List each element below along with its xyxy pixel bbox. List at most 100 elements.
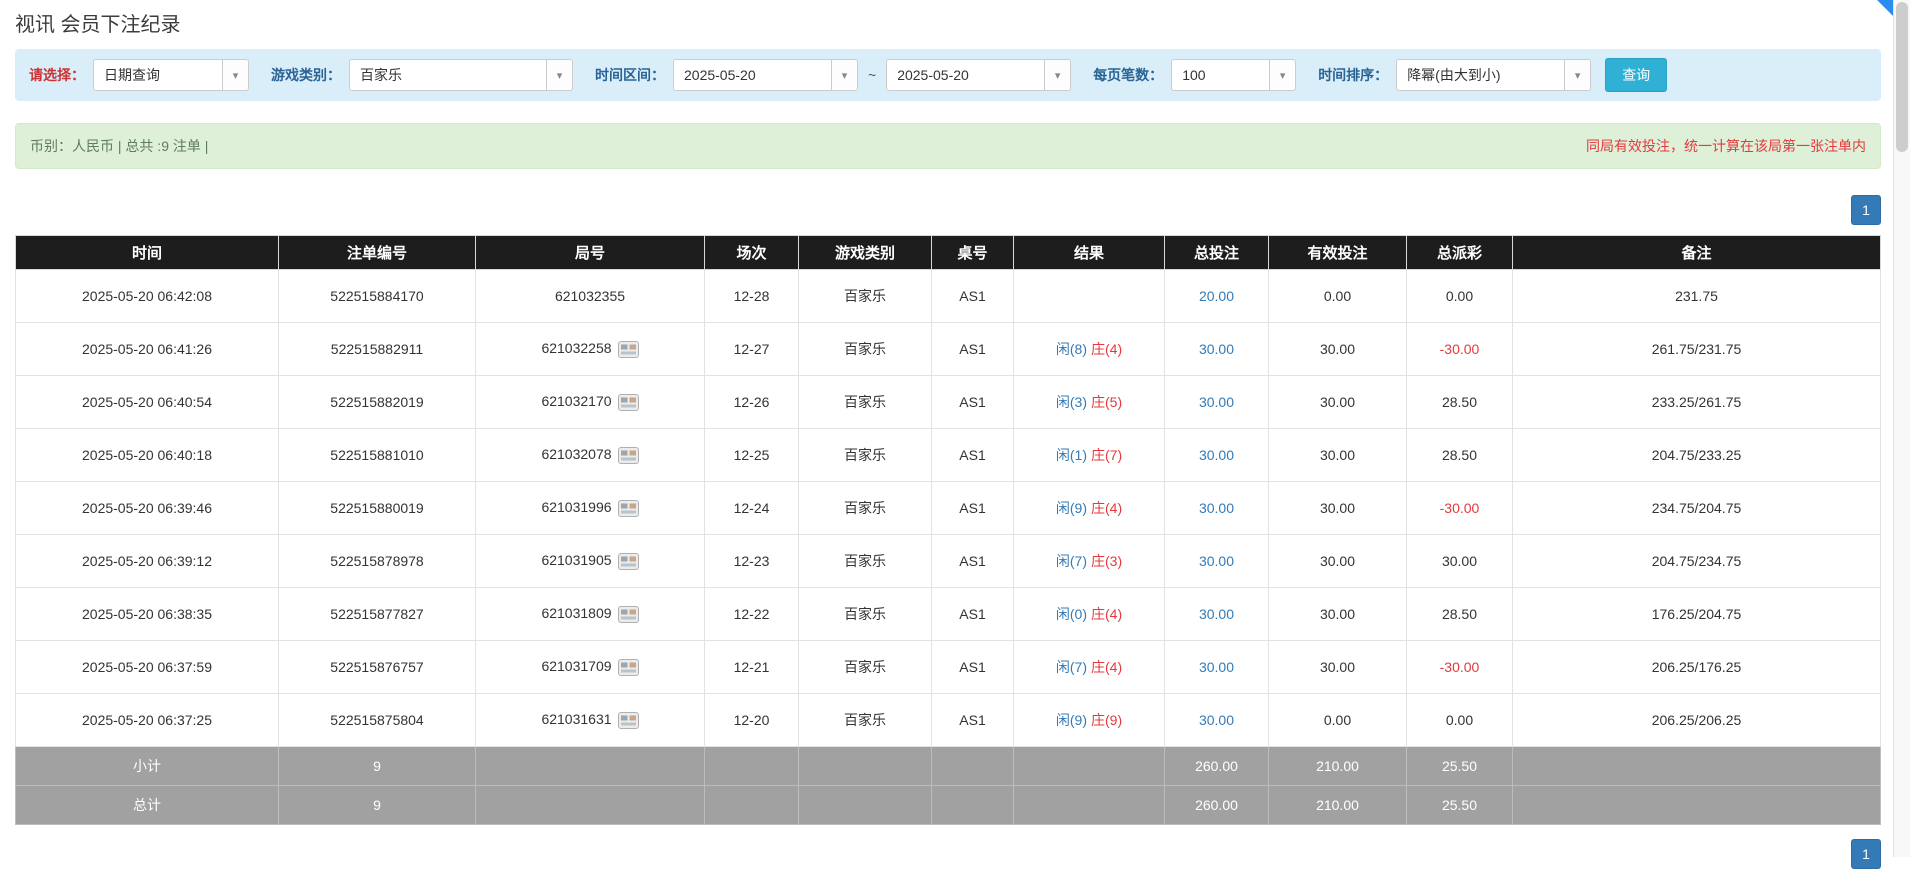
cell-bet-id: 522515876757 — [279, 641, 476, 694]
cell-game-type: 百家乐 — [799, 323, 932, 376]
total-empty — [1513, 786, 1881, 825]
cell-session: 12-22 — [705, 588, 799, 641]
total-bet-link[interactable]: 20.00 — [1199, 288, 1234, 304]
cell-payout: 28.50 — [1407, 588, 1513, 641]
total-bet-link[interactable]: 30.00 — [1199, 659, 1234, 675]
date-from-select[interactable]: 2025-05-20 ▾ — [673, 59, 858, 91]
game-replay-icon[interactable] — [618, 394, 639, 411]
table-row: 2025-05-20 06:41:26 522515882911 6210322… — [16, 323, 1881, 376]
result-player: 闲(9) — [1056, 712, 1087, 728]
result-player: 闲(9) — [1056, 500, 1087, 516]
game-replay-icon[interactable] — [618, 447, 639, 464]
result-banker: 庄(4) — [1091, 341, 1122, 357]
cell-round: 621031905 — [476, 535, 705, 588]
page-1-button[interactable]: 1 — [1851, 839, 1881, 869]
cell-session: 12-20 — [705, 694, 799, 747]
cell-round: 621031809 — [476, 588, 705, 641]
cell-time: 2025-05-20 06:39:46 — [16, 482, 279, 535]
total-bet-link[interactable]: 30.00 — [1199, 712, 1234, 728]
col-header-result: 结果 — [1014, 236, 1165, 270]
table-footer: 小计 9 260.00 210.00 25.50 总计 9 2 — [16, 747, 1881, 825]
page-size-value: 100 — [1172, 67, 1215, 83]
total-bet-link[interactable]: 30.00 — [1199, 500, 1234, 516]
cell-remark: 234.75/204.75 — [1513, 482, 1881, 535]
cell-round: 621032078 — [476, 429, 705, 482]
col-header-time: 时间 — [16, 236, 279, 270]
sort-select[interactable]: 降幂(由大到小) ▾ — [1396, 59, 1591, 91]
page-size-label: 每页笔数： — [1093, 65, 1163, 85]
result-player: 闲(7) — [1056, 659, 1087, 675]
cell-game-type: 百家乐 — [799, 641, 932, 694]
time-range-label: 时间区间： — [595, 65, 665, 85]
date-to-select[interactable]: 2025-05-20 ▾ — [886, 59, 1071, 91]
table-row: 2025-05-20 06:40:54 522515882019 6210321… — [16, 376, 1881, 429]
result-player: 闲(3) — [1056, 394, 1087, 410]
total-bet-link[interactable]: 30.00 — [1199, 553, 1234, 569]
total-empty — [799, 786, 932, 825]
cell-bet-id: 522515882019 — [279, 376, 476, 429]
cell-time: 2025-05-20 06:40:18 — [16, 429, 279, 482]
cell-round: 621032355 — [476, 270, 705, 323]
cell-remark: 231.75 — [1513, 270, 1881, 323]
game-replay-icon[interactable] — [618, 659, 639, 676]
filter-bar: 请选择： 日期查询 ▾ 游戏类别： 百家乐 ▾ 时间区间： 2025-05-20… — [15, 49, 1881, 101]
total-bet-link[interactable]: 30.00 — [1199, 394, 1234, 410]
cell-result: 闲(8)庄(4) — [1014, 323, 1165, 376]
subtotal-row: 小计 9 260.00 210.00 25.50 — [16, 747, 1881, 786]
vertical-scrollbar[interactable] — [1893, 0, 1910, 857]
date-to-value: 2025-05-20 — [887, 67, 979, 83]
round-number: 621032170 — [541, 393, 611, 409]
page-size-select[interactable]: 100 ▾ — [1171, 59, 1296, 91]
total-empty — [705, 786, 799, 825]
cell-table: AS1 — [932, 270, 1014, 323]
page-1-button[interactable]: 1 — [1851, 195, 1881, 225]
total-row: 总计 9 260.00 210.00 25.50 — [16, 786, 1881, 825]
total-bet-link[interactable]: 30.00 — [1199, 606, 1234, 622]
total-total-bet: 260.00 — [1165, 786, 1269, 825]
total-label: 总计 — [16, 786, 279, 825]
cell-result: 闲(0)庄(4) — [1014, 588, 1165, 641]
cell-remark: 204.75/233.25 — [1513, 429, 1881, 482]
cell-result: 闲(7)庄(3) — [1014, 535, 1165, 588]
subtotal-empty — [476, 747, 705, 786]
game-replay-icon[interactable] — [618, 341, 639, 358]
game-replay-icon[interactable] — [618, 553, 639, 570]
game-replay-icon[interactable] — [618, 712, 639, 729]
query-type-select[interactable]: 日期查询 ▾ — [93, 59, 249, 91]
cell-payout: -30.00 — [1407, 482, 1513, 535]
cell-remark: 261.75/231.75 — [1513, 323, 1881, 376]
cell-bet-id: 522515878978 — [279, 535, 476, 588]
cell-remark: 233.25/261.75 — [1513, 376, 1881, 429]
cell-payout: 0.00 — [1407, 694, 1513, 747]
game-type-select[interactable]: 百家乐 ▾ — [349, 59, 573, 91]
cell-session: 12-23 — [705, 535, 799, 588]
cell-total-bet: 30.00 — [1165, 429, 1269, 482]
table-header: 时间 注单编号 局号 场次 游戏类别 桌号 结果 总投注 有效投注 总派彩 备注 — [16, 236, 1881, 270]
total-bet-link[interactable]: 30.00 — [1199, 447, 1234, 463]
cell-result: 闲(9)庄(4) — [1014, 482, 1165, 535]
table-row: 2025-05-20 06:37:25 522515875804 6210316… — [16, 694, 1881, 747]
cell-total-bet: 20.00 — [1165, 270, 1269, 323]
cell-payout: 28.50 — [1407, 429, 1513, 482]
cell-result — [1014, 270, 1165, 323]
cell-session: 12-27 — [705, 323, 799, 376]
search-button[interactable]: 查询 — [1605, 58, 1667, 92]
sort-label: 时间排序： — [1318, 65, 1388, 85]
cell-table: AS1 — [932, 323, 1014, 376]
game-type-label: 游戏类别： — [271, 65, 341, 85]
result-player: 闲(1) — [1056, 447, 1087, 463]
total-payout: 25.50 — [1407, 786, 1513, 825]
cell-session: 12-24 — [705, 482, 799, 535]
cell-valid-bet: 30.00 — [1269, 588, 1407, 641]
cell-bet-id: 522515875804 — [279, 694, 476, 747]
subtotal-empty — [705, 747, 799, 786]
round-number: 621031709 — [541, 658, 611, 674]
cell-time: 2025-05-20 06:37:59 — [16, 641, 279, 694]
game-replay-icon[interactable] — [618, 500, 639, 517]
chevron-down-icon: ▾ — [1564, 60, 1590, 90]
scrollbar-thumb[interactable] — [1896, 2, 1908, 152]
total-bet-link[interactable]: 30.00 — [1199, 341, 1234, 357]
game-replay-icon[interactable] — [618, 606, 639, 623]
round-number: 621031905 — [541, 552, 611, 568]
col-header-remark: 备注 — [1513, 236, 1881, 270]
